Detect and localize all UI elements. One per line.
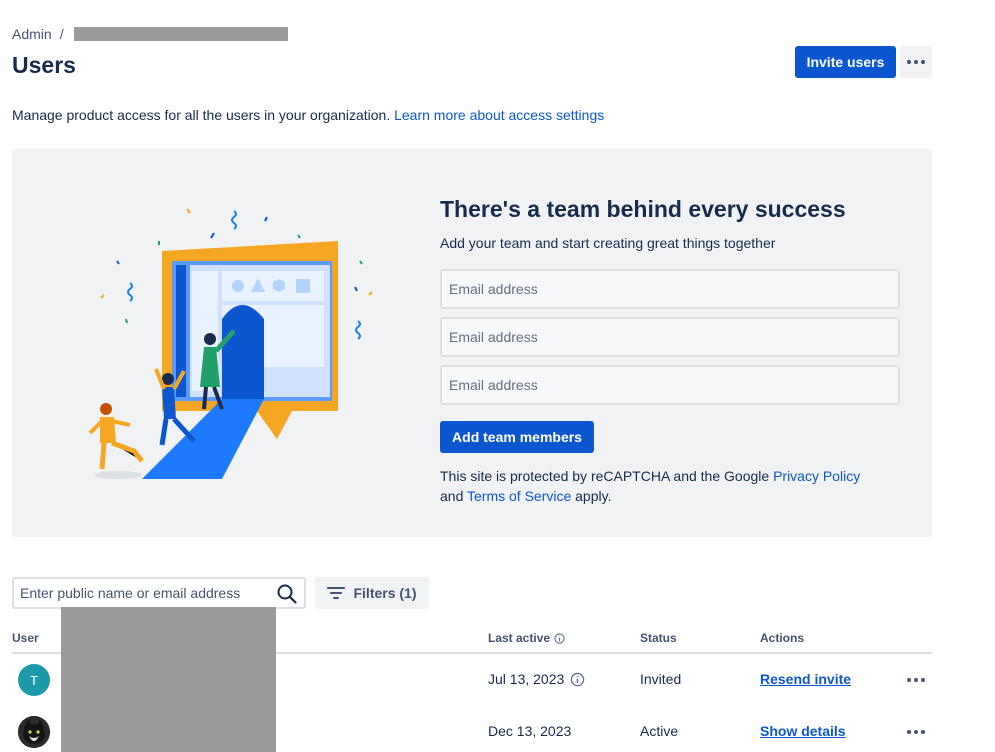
cat-photo-icon: [18, 716, 50, 748]
avatar: T: [18, 664, 50, 696]
email-field-1[interactable]: [440, 269, 900, 309]
filters-button[interactable]: Filters (1): [315, 577, 429, 609]
breadcrumb-separator: /: [59, 26, 64, 42]
status-badge: Invited: [640, 671, 682, 687]
invite-users-button[interactable]: Invite users: [795, 46, 896, 78]
column-status-label: Status: [640, 631, 677, 645]
redacted-user-names: [61, 607, 276, 752]
breadcrumb-admin[interactable]: Admin: [12, 26, 52, 42]
breadcrumb-redacted-org: [73, 27, 288, 41]
filter-icon: [327, 587, 346, 599]
legal-and: and: [440, 488, 464, 504]
email-field-3[interactable]: [440, 365, 900, 405]
search-input[interactable]: [14, 579, 264, 607]
info-icon[interactable]: [554, 632, 565, 644]
column-header-last-active[interactable]: Last active: [488, 631, 565, 645]
more-icon: [907, 730, 925, 734]
more-icon: [907, 60, 925, 64]
invite-panel-title: There's a team behind every success: [440, 196, 846, 222]
column-header-actions: Actions: [760, 631, 804, 645]
terms-of-service-link[interactable]: Terms of Service: [467, 488, 571, 504]
filters-label: Filters (1): [353, 585, 417, 601]
more-actions-button[interactable]: [900, 46, 932, 78]
column-user-label: User: [12, 631, 39, 645]
page-title: Users: [12, 52, 76, 78]
email-field-2[interactable]: [440, 317, 900, 357]
row-more-button[interactable]: [904, 672, 928, 688]
legal-prefix: This site is protected by reCAPTCHA and …: [440, 468, 770, 484]
last-active-cell: Dec 13, 2023: [488, 723, 572, 739]
more-icon: [907, 678, 925, 682]
last-active-cell: Jul 13, 2023: [488, 671, 585, 687]
show-details-link[interactable]: Show details: [760, 723, 846, 739]
column-actions-label: Actions: [760, 631, 805, 645]
recaptcha-notice: This site is protected by reCAPTCHA and …: [440, 466, 910, 506]
column-last-active-label: Last active: [488, 631, 551, 645]
privacy-policy-link[interactable]: Privacy Policy: [773, 468, 860, 484]
description-text: Manage product access for all the users …: [12, 107, 391, 123]
resend-invite-link[interactable]: Resend invite: [760, 671, 851, 687]
search-icon[interactable]: [276, 583, 298, 605]
invite-panel-subtitle: Add your team and start creating great t…: [440, 235, 776, 251]
legal-suffix: apply.: [575, 488, 612, 504]
avatar: [18, 716, 50, 748]
breadcrumb: Admin /: [12, 26, 288, 42]
learn-more-link[interactable]: Learn more about access settings: [394, 107, 604, 123]
row-more-button[interactable]: [904, 724, 928, 740]
invite-panel: There's a team behind every success Add …: [12, 149, 932, 537]
last-active-value: Jul 13, 2023: [488, 671, 565, 687]
status-badge: Active: [640, 723, 679, 739]
page-description: Manage product access for all the users …: [12, 107, 604, 123]
info-icon[interactable]: [570, 672, 585, 687]
user-search: [12, 577, 306, 609]
add-team-members-button[interactable]: Add team members: [440, 421, 594, 453]
team-illustration-icon: [88, 208, 373, 479]
column-header-status[interactable]: Status: [640, 631, 677, 645]
column-header-user[interactable]: User: [12, 631, 39, 645]
